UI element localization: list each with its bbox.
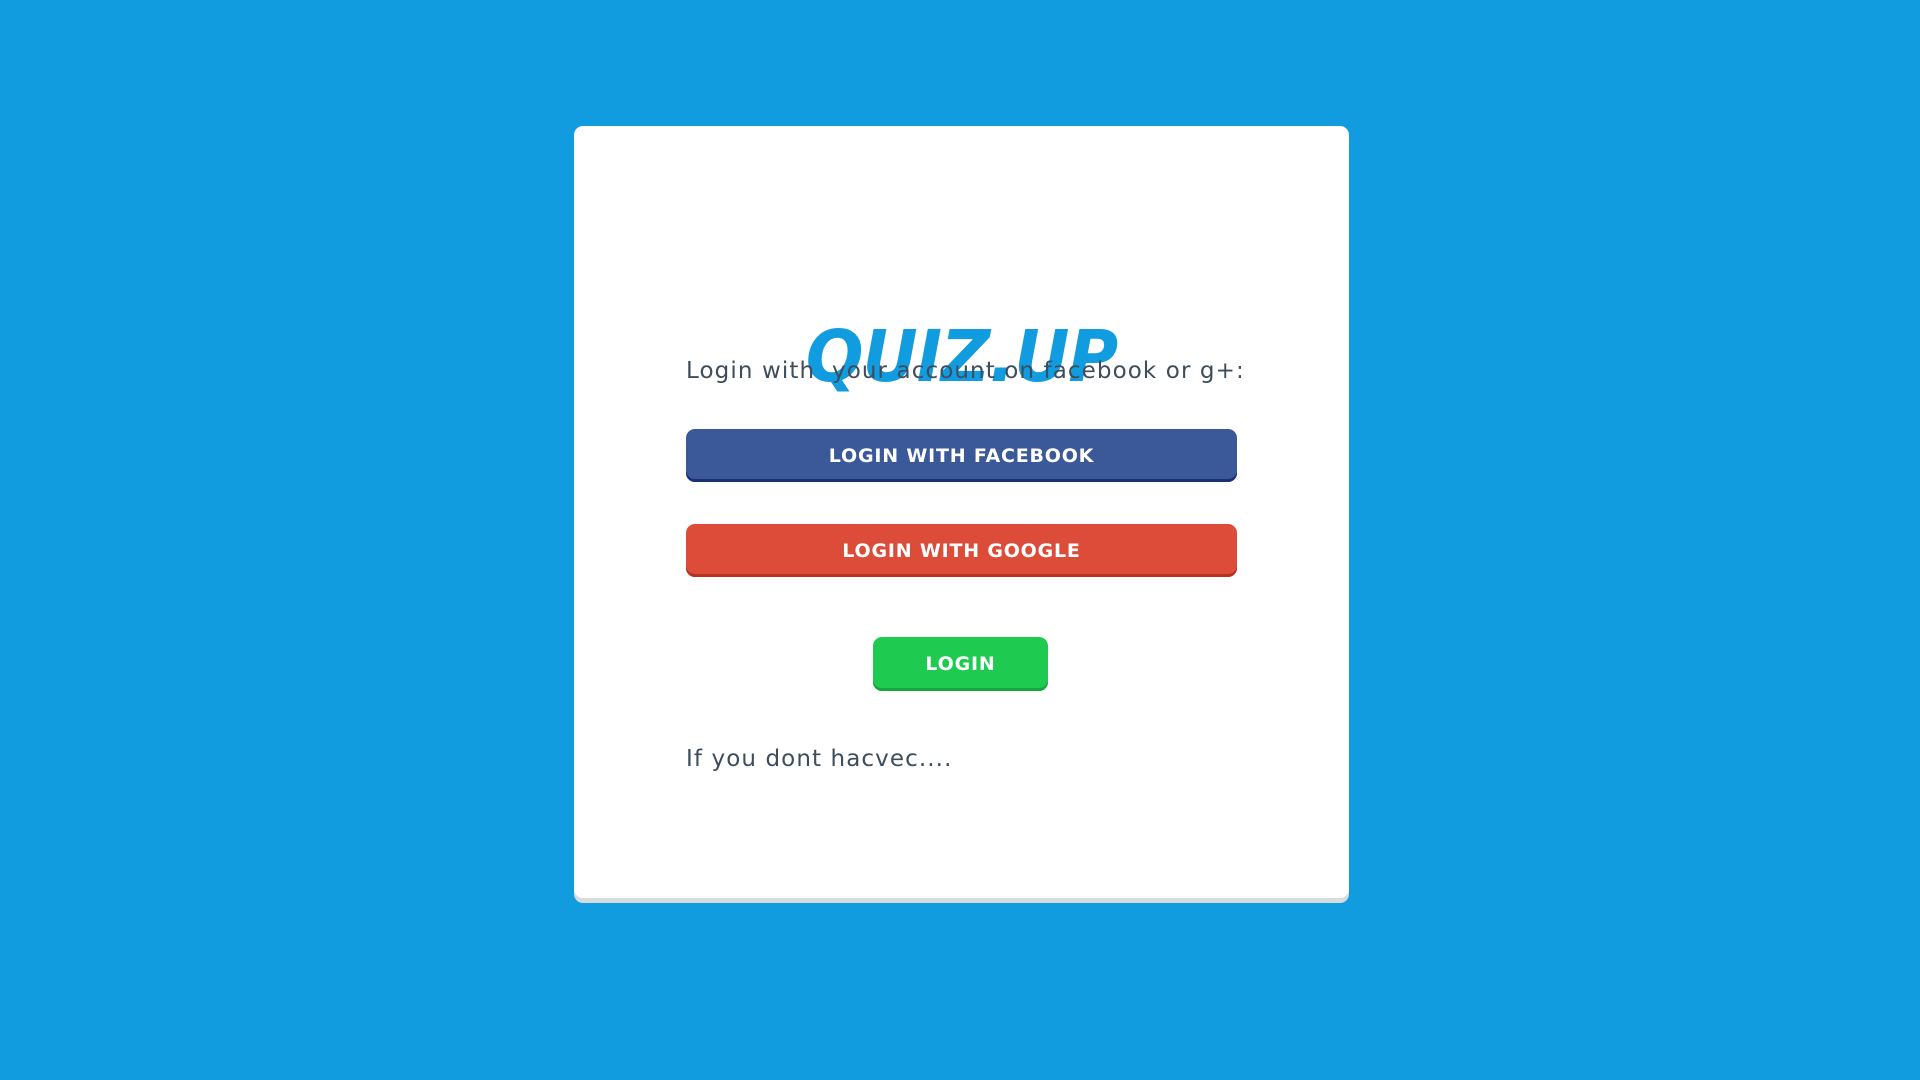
login-with-facebook-button[interactable]: LOGIN WITH FACEBOOK <box>686 429 1237 482</box>
login-page: QUIZ.UP Login with your account on faceb… <box>0 0 1920 1080</box>
signup-hint-text: If you dont hacvec.... <box>686 746 953 772</box>
login-with-google-button[interactable]: LOGIN WITH GOOGLE <box>686 524 1237 577</box>
login-intro-text: Login with your account on facebook or g… <box>686 358 1245 384</box>
login-button[interactable]: LOGIN <box>873 637 1048 691</box>
login-card: QUIZ.UP <box>574 126 1349 898</box>
